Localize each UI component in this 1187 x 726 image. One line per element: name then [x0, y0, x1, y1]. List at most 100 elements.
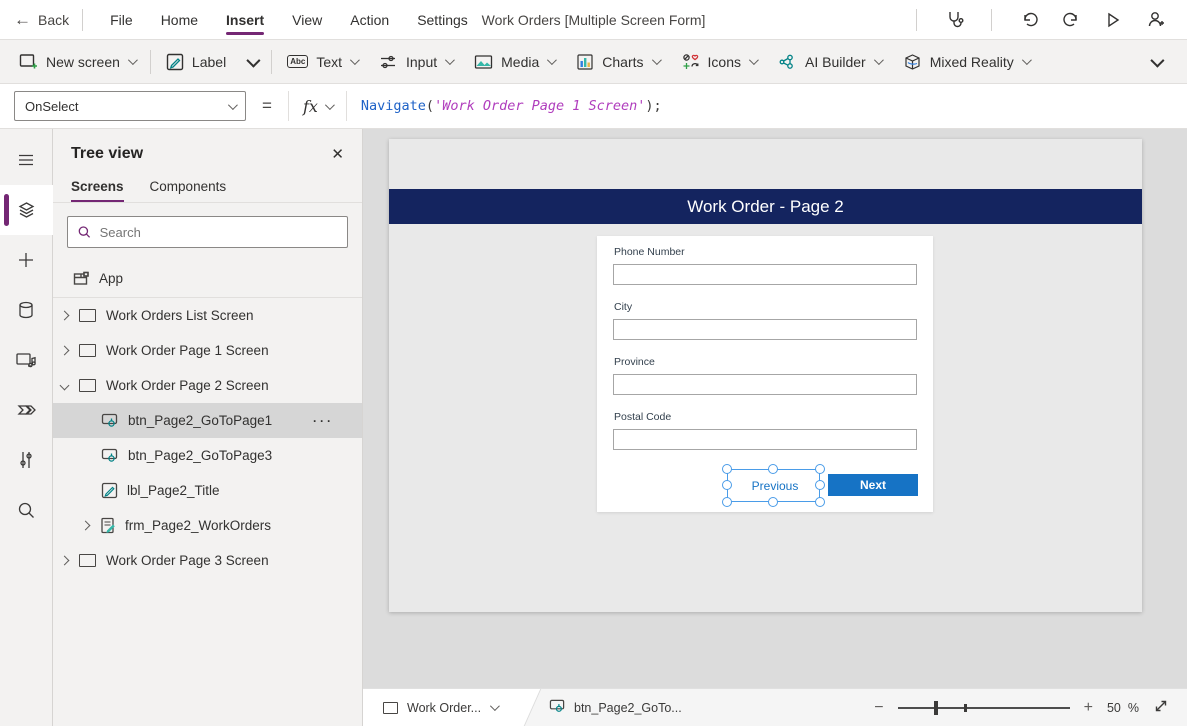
chevron-down-icon — [749, 55, 759, 65]
app-checker-icon[interactable] — [936, 4, 972, 36]
chevron-down-icon — [874, 55, 884, 65]
chevron-right-icon[interactable] — [60, 311, 70, 321]
main-area: Tree view ✕ Screens Components App Work … — [0, 129, 1187, 726]
tree-item-screen[interactable]: Work Order Page 2 Screen — [53, 368, 362, 403]
chevron-down-icon[interactable] — [60, 381, 70, 391]
tree-item-control[interactable]: frm_Page2_WorkOrders — [53, 508, 362, 543]
new-screen-button[interactable]: New screen — [8, 45, 146, 79]
label-button[interactable]: Label — [155, 45, 237, 79]
equals-sign: = — [262, 96, 272, 116]
more-options-icon[interactable]: ··· — [313, 414, 334, 428]
button-control-icon — [101, 447, 119, 464]
fit-to-window-icon[interactable] — [1153, 698, 1169, 717]
formula-input[interactable]: Navigate('Work Order Page 1 Screen'); — [361, 98, 662, 114]
tree-view-icon[interactable] — [0, 185, 53, 235]
text-menu-button[interactable]: Abc Text — [276, 45, 368, 79]
search-icon[interactable] — [0, 485, 53, 535]
zoom-in-button[interactable]: + — [1084, 699, 1093, 717]
screen-icon — [383, 702, 398, 714]
zoom-slider[interactable] — [898, 701, 1070, 715]
ribbon-overflow-chevron-icon[interactable] — [1150, 53, 1164, 67]
advanced-tools-icon[interactable] — [0, 435, 53, 485]
app-screen[interactable]: Work Order - Page 2 Phone Number City Pr… — [389, 139, 1142, 612]
chevron-right-icon[interactable] — [81, 521, 91, 531]
input-menu-button[interactable]: Input — [368, 45, 463, 79]
next-button[interactable]: Next — [828, 474, 918, 496]
resize-handle[interactable] — [722, 497, 732, 507]
resize-handle[interactable] — [815, 464, 825, 474]
screen-title-text: Work Order - Page 2 — [687, 197, 844, 217]
tree-search-box[interactable] — [67, 216, 348, 248]
label-pencil-icon — [166, 53, 184, 71]
menu-action[interactable]: Action — [336, 3, 403, 37]
tab-components[interactable]: Components — [150, 173, 227, 202]
tree-item-control[interactable]: btn_Page2_GoToPage1 ··· — [53, 403, 362, 438]
menu-icon[interactable] — [0, 135, 53, 185]
phone-number-input[interactable] — [613, 264, 917, 285]
label-dropdown-chevron-icon[interactable] — [247, 53, 261, 67]
resize-handle[interactable] — [768, 464, 778, 474]
zoom-level: 50 % — [1107, 701, 1139, 715]
menu-file[interactable]: File — [96, 3, 147, 37]
tree-item-control[interactable]: btn_Page2_GoToPage3 — [53, 438, 362, 473]
media-menu-button[interactable]: Media — [463, 45, 565, 79]
preview-play-icon[interactable] — [1095, 4, 1131, 36]
canvas-area[interactable]: Work Order - Page 2 Phone Number City Pr… — [363, 129, 1187, 688]
field-label: Province — [614, 356, 655, 368]
close-icon[interactable]: ✕ — [331, 145, 344, 163]
control-breadcrumb[interactable]: btn_Page2_GoTo... — [549, 698, 682, 717]
data-icon[interactable] — [0, 285, 53, 335]
tree-item-app[interactable]: App — [53, 260, 362, 298]
chevron-down-icon — [445, 55, 455, 65]
insert-icon[interactable] — [0, 235, 53, 285]
city-input[interactable] — [613, 319, 917, 340]
fx-icon: fx — [303, 97, 318, 116]
zoom-out-button[interactable]: − — [874, 699, 883, 717]
tree-item-screen[interactable]: Work Order Page 3 Screen — [53, 543, 362, 578]
resize-handle[interactable] — [722, 464, 732, 474]
tree-item-screen[interactable]: Work Order Page 1 Screen — [53, 333, 362, 368]
charts-menu-button[interactable]: Charts — [565, 45, 669, 79]
input-sliders-icon — [379, 53, 398, 71]
button-control-icon — [549, 698, 566, 717]
mixed-reality-icon — [903, 53, 922, 71]
chevron-right-icon[interactable] — [60, 556, 70, 566]
screen-title-label[interactable]: Work Order - Page 2 — [389, 189, 1142, 224]
tree-item-control[interactable]: lbl_Page2_Title — [53, 473, 362, 508]
abc-icon: Abc — [287, 55, 308, 68]
undo-icon[interactable] — [1011, 4, 1047, 36]
resize-handle[interactable] — [815, 497, 825, 507]
divider — [150, 50, 151, 74]
menu-home[interactable]: Home — [147, 3, 212, 37]
fx-dropdown[interactable]: fx — [288, 91, 347, 121]
redo-icon[interactable] — [1053, 4, 1089, 36]
resize-handle[interactable] — [722, 480, 732, 490]
slider-thumb[interactable] — [934, 701, 938, 715]
tree-item-screen[interactable]: Work Orders List Screen — [53, 298, 362, 333]
work-order-form[interactable]: Phone Number City Province Postal Code P… — [597, 236, 933, 512]
media-icon[interactable] — [0, 335, 53, 385]
back-label: Back — [38, 12, 69, 28]
chevron-right-icon[interactable] — [60, 346, 70, 356]
back-button[interactable]: ← Back — [14, 10, 69, 30]
screen-breadcrumb-dropdown[interactable]: Work Order... — [363, 689, 521, 726]
previous-button[interactable]: Previous — [737, 475, 813, 497]
power-automate-icon[interactable] — [0, 385, 53, 435]
icons-menu-button[interactable]: Icons — [670, 45, 767, 79]
menu-settings[interactable]: Settings — [403, 3, 482, 37]
tab-screens[interactable]: Screens — [71, 173, 124, 202]
search-input[interactable] — [100, 225, 338, 240]
mixed-reality-menu-button[interactable]: Mixed Reality — [892, 45, 1040, 79]
share-person-icon[interactable] — [1137, 4, 1173, 36]
property-dropdown[interactable]: OnSelect — [14, 91, 246, 121]
divider — [82, 9, 83, 31]
resize-handle[interactable] — [768, 497, 778, 507]
slider-track — [898, 707, 1070, 709]
postal-code-input[interactable] — [613, 429, 917, 450]
resize-handle[interactable] — [815, 480, 825, 490]
menu-view[interactable]: View — [278, 3, 336, 37]
province-input[interactable] — [613, 374, 917, 395]
menu-insert[interactable]: Insert — [212, 3, 278, 37]
ai-builder-menu-button[interactable]: AI Builder — [767, 45, 892, 79]
form-control-icon — [100, 517, 116, 534]
